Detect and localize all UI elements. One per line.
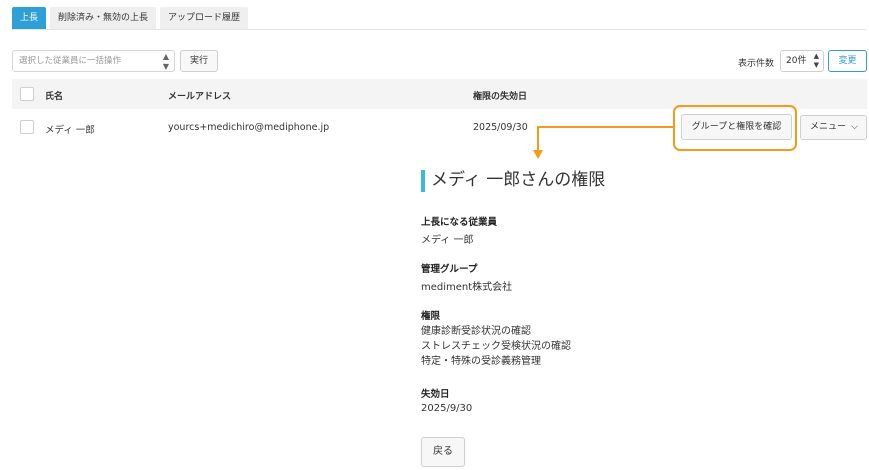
panel-title: メディ 一郎さんの権限	[421, 170, 721, 192]
tabs-divider	[12, 29, 866, 30]
updown-arrows-icon: ▲ ▼	[162, 52, 169, 71]
select-all-checkbox[interactable]	[20, 87, 34, 101]
row-email: yourcs+medichiro@mediphone.jp	[168, 122, 330, 133]
tab-bar: 上長 削除済み・無効の上長 アップロード履歴	[12, 7, 249, 29]
updown-arrows-icon: ▲ ▼	[813, 52, 819, 69]
superior-value: メディ 一郎	[421, 235, 474, 246]
tab-deleted-disabled[interactable]: 削除済み・無効の上長	[50, 7, 157, 29]
row-expiry: 2025/09/30	[473, 122, 528, 133]
bulk-action-select[interactable]: 選択した従業員に一括操作 ▲ ▼	[12, 50, 175, 72]
menu-label: メニュー	[810, 122, 847, 132]
column-header-email: メールアドレス	[168, 92, 232, 102]
tab-upload-history[interactable]: アップロード履歴	[160, 7, 249, 29]
row-name: メディ 一郎	[45, 125, 95, 136]
chevron-down-icon: ⌵	[851, 122, 858, 132]
permission-detail-panel: メディ 一郎さんの権限 上長になる従業員 メディ 一郎 管理グループ medim…	[421, 170, 721, 467]
tab-superiors[interactable]: 上長	[12, 7, 47, 29]
permissions-list: 健康診断受診状況の確認 ストレスチェック受検状況の確認 特定・特殊の受診義務管理	[421, 324, 571, 369]
column-header-expiry: 権限の失効日	[473, 92, 528, 102]
bulk-action-placeholder: 選択した従業員に一括操作	[19, 56, 122, 66]
menu-button[interactable]: メニュー ⌵	[800, 115, 867, 140]
permissions-label: 権限	[421, 311, 441, 322]
row-checkbox[interactable]	[20, 120, 34, 134]
page-size-label: 表示件数	[738, 59, 775, 69]
group-label: 管理グループ	[421, 264, 478, 275]
superior-label: 上長になる従業員	[421, 217, 498, 228]
page-size-select[interactable]: 20件 ▲ ▼	[780, 50, 824, 72]
execute-button[interactable]: 実行	[180, 50, 218, 72]
list-item: 特定・特殊の受診義務管理	[421, 356, 541, 367]
column-header-name: 氏名	[45, 92, 64, 102]
expiry-label: 失効日	[421, 389, 450, 400]
list-item: ストレスチェック受検状況の確認	[421, 341, 571, 352]
back-button[interactable]: 戻る	[421, 437, 465, 467]
expiry-value: 2025/9/30	[421, 403, 473, 414]
change-button[interactable]: 変更	[828, 50, 867, 72]
list-item: 健康診断受診状況の確認	[421, 326, 531, 337]
highlight-frame	[673, 105, 797, 151]
page-size-value: 20件	[786, 56, 807, 66]
group-value: mediment株式会社	[421, 282, 513, 293]
